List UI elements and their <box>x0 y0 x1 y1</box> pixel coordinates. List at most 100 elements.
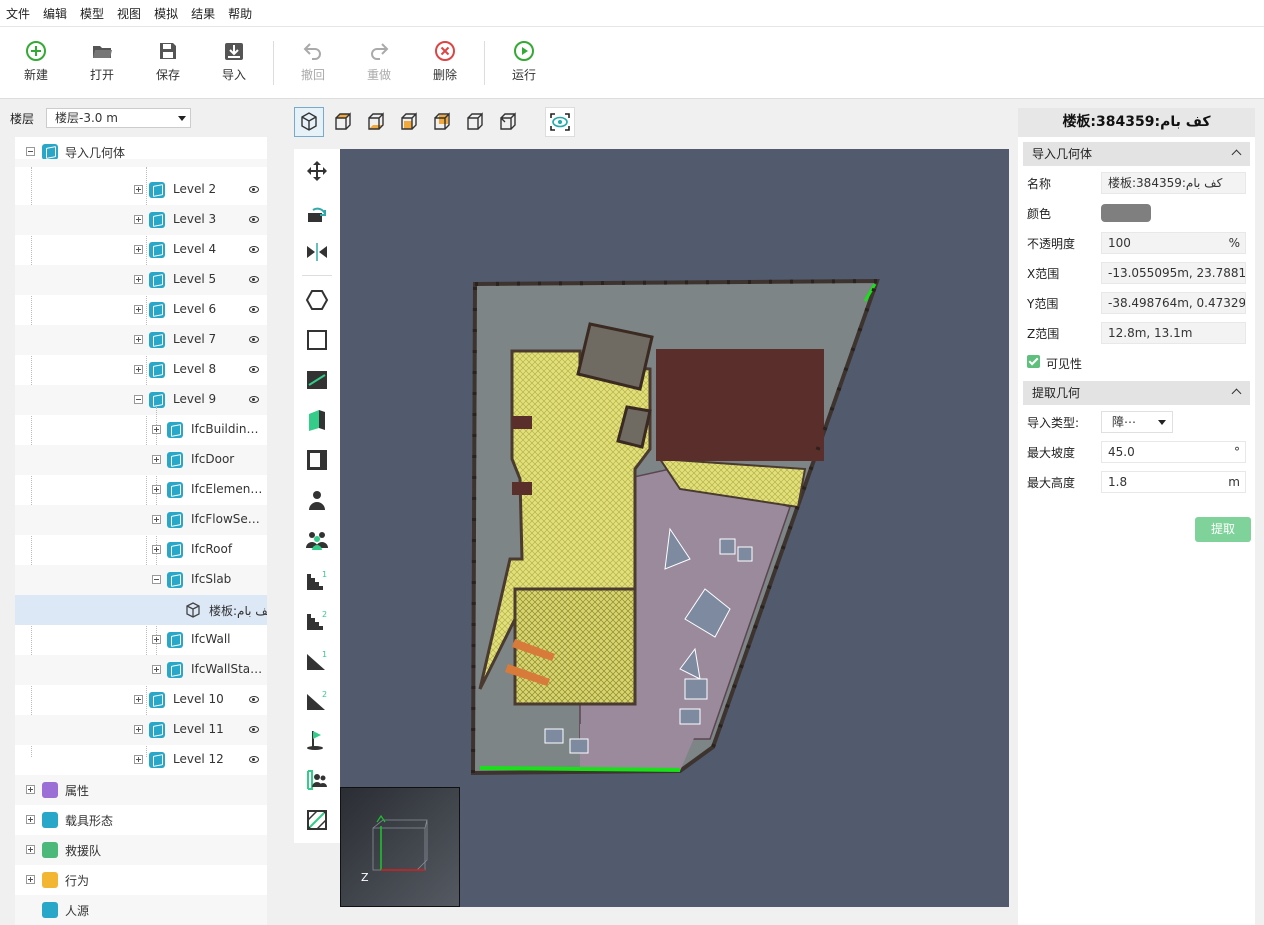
open-button[interactable]: 打开 <box>76 40 128 83</box>
expand-toggle[interactable] <box>152 485 161 494</box>
flag-icon[interactable] <box>305 728 329 752</box>
menu-help[interactable]: 帮助 <box>228 5 252 22</box>
ramp-2-icon[interactable]: 2 <box>305 688 329 712</box>
dark-block[interactable] <box>656 349 824 461</box>
prop-visible[interactable]: 可见性 <box>1027 352 1247 374</box>
eye-icon[interactable] <box>249 336 259 343</box>
tree-row-level[interactable]: Level 12 <box>15 745 267 775</box>
max-height-field[interactable]: 1.8 m <box>1101 471 1246 493</box>
tree-row-level[interactable]: Level 5 <box>15 265 267 295</box>
tree-category-properties[interactable]: 属性 <box>15 775 267 805</box>
tree-row-ifc[interactable]: IfcBuildingElementProxy <box>15 415 267 445</box>
collapse-toggle[interactable] <box>26 147 35 156</box>
scene-tree[interactable]: 导入几何体 Level 2 Level 3 Level 4 Level 5 Le… <box>15 137 267 925</box>
tree-row-level[interactable]: Level 10 <box>15 685 267 715</box>
eye-icon[interactable] <box>249 726 259 733</box>
view-top-button[interactable] <box>327 107 357 137</box>
expand-toggle[interactable] <box>152 515 161 524</box>
expand-toggle[interactable] <box>152 425 161 434</box>
undo-button[interactable]: 撤回 <box>287 40 339 83</box>
expand-toggle[interactable] <box>26 785 35 794</box>
expand-toggle[interactable] <box>26 845 35 854</box>
eye-icon[interactable] <box>249 246 259 253</box>
tree-row-level[interactable]: Level 6 <box>15 295 267 325</box>
expand-toggle[interactable] <box>134 185 143 194</box>
view-bottom-button[interactable] <box>360 107 390 137</box>
eye-icon[interactable] <box>249 306 259 313</box>
delete-button[interactable]: 删除 <box>419 40 471 83</box>
max-slope-field[interactable]: 45.0 ° <box>1101 441 1246 463</box>
expand-toggle[interactable] <box>134 275 143 284</box>
tree-category-source[interactable]: 人源 <box>15 895 267 925</box>
opacity-field[interactable]: 100 % <box>1101 232 1246 254</box>
exit-edge[interactable] <box>479 766 681 772</box>
expand-toggle[interactable] <box>152 635 161 644</box>
expand-toggle[interactable] <box>26 875 35 884</box>
3d-viewport[interactable]: Z <box>340 149 1009 907</box>
save-button[interactable]: 保存 <box>142 40 194 83</box>
expand-toggle[interactable] <box>134 305 143 314</box>
expand-toggle[interactable] <box>134 695 143 704</box>
tree-row-level[interactable]: Level 3 <box>15 205 267 235</box>
menu-file[interactable]: 文件 <box>6 5 30 22</box>
expand-toggle[interactable] <box>134 245 143 254</box>
tree-row-ifc[interactable]: IfcWallStandardCase <box>15 655 267 685</box>
view-left-button[interactable] <box>459 107 489 137</box>
tree-category-vehicle[interactable]: 载具形态 <box>15 805 267 835</box>
view-back-button[interactable] <box>426 107 456 137</box>
tree-category-behavior[interactable]: 行为 <box>15 865 267 895</box>
menu-simulate[interactable]: 模拟 <box>154 5 178 22</box>
tree-row-ifc[interactable]: IfcElementAssembly <box>15 475 267 505</box>
visible-checkbox[interactable] <box>1027 355 1040 368</box>
view-front-button[interactable] <box>393 107 423 137</box>
people-board-icon[interactable] <box>305 768 329 792</box>
ramp-1-icon[interactable]: 1 <box>305 648 329 672</box>
eye-icon[interactable] <box>249 186 259 193</box>
floor-dropdown[interactable]: 楼层-3.0 m <box>46 108 192 128</box>
import-type-dropdown[interactable]: 障⋯ <box>1101 411 1173 433</box>
y-range-field[interactable]: -38.498764m, 0.4732971m <box>1101 292 1246 314</box>
wall-icon[interactable] <box>305 408 329 432</box>
expand-toggle[interactable] <box>152 665 161 674</box>
import-button[interactable]: 导入 <box>208 40 260 83</box>
tree-row-level[interactable]: Level 8 <box>15 355 267 385</box>
person-icon[interactable] <box>305 488 329 512</box>
expand-toggle[interactable] <box>152 545 161 554</box>
view-3d-button[interactable] <box>294 107 324 137</box>
eye-icon[interactable] <box>249 696 259 703</box>
section-header-import-geometry[interactable]: 导入几何体 <box>1023 142 1250 166</box>
extract-button[interactable]: 提取 <box>1195 517 1251 542</box>
tree-row-level[interactable]: Level 4 <box>15 235 267 265</box>
expand-toggle[interactable] <box>134 365 143 374</box>
menu-results[interactable]: 结果 <box>191 5 215 22</box>
collapse-toggle[interactable] <box>152 575 161 584</box>
expand-toggle[interactable] <box>26 815 35 824</box>
new-button[interactable]: 新建 <box>10 40 62 83</box>
tree-row-ifc-slab[interactable]: IfcSlab <box>15 565 267 595</box>
tree-row-level[interactable]: Level 7 <box>15 325 267 355</box>
collapse-toggle[interactable] <box>134 395 143 404</box>
expand-toggle[interactable] <box>152 455 161 464</box>
name-field[interactable]: 楼板:384359:كف بام <box>1101 172 1246 194</box>
redo-button[interactable]: 重做 <box>353 40 405 83</box>
view-visibility-button[interactable] <box>545 107 575 137</box>
eye-icon[interactable] <box>249 276 259 283</box>
group-icon[interactable] <box>305 528 329 552</box>
stairs-1-icon[interactable]: 1 <box>305 568 329 592</box>
tree-row-ifc[interactable]: IfcWall <box>15 625 267 655</box>
tree-row-ifc[interactable]: IfcFlowSegment <box>15 505 267 535</box>
rectangle-icon[interactable] <box>305 328 329 352</box>
expand-toggle[interactable] <box>134 725 143 734</box>
color-swatch[interactable] <box>1101 204 1151 222</box>
tree-row-level[interactable]: Level 11 <box>15 715 267 745</box>
eye-icon[interactable] <box>249 366 259 373</box>
chevron-up-icon[interactable] <box>1231 388 1242 399</box>
tree-row-slab-selected[interactable]: 楼板:كف بام: <box>15 595 267 625</box>
expand-toggle[interactable] <box>134 755 143 764</box>
rotate-icon[interactable] <box>305 201 329 225</box>
mirror-icon[interactable] <box>305 240 329 264</box>
menu-model[interactable]: 模型 <box>80 5 104 22</box>
chevron-up-icon[interactable] <box>1231 149 1242 160</box>
stairs-2-icon[interactable]: 2 <box>305 608 329 632</box>
eye-icon[interactable] <box>249 216 259 223</box>
